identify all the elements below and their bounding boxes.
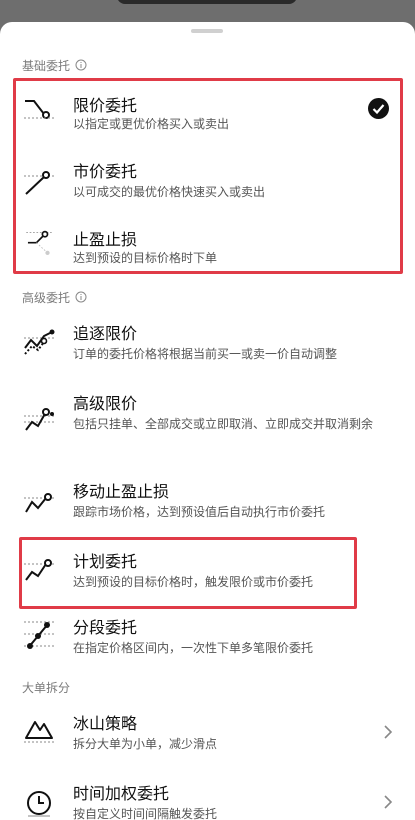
item-desc: 订单的委托价格将根据当前买一或卖一价自动调整	[73, 347, 338, 361]
order-item-plan-order[interactable]: 计划委托 达到预设的目标价格时，触发限价或市价委托	[0, 542, 415, 600]
top-pill	[117, 0, 297, 4]
item-desc: 以可成交的最优价格快速买入或卖出	[73, 185, 266, 199]
item-title: 追逐限价	[73, 324, 138, 343]
item-title: 止盈止损	[73, 230, 138, 249]
item-title: 冰山策略	[73, 714, 138, 733]
section-header-basic: 基础委托	[22, 55, 87, 75]
section-title: 大单拆分	[22, 680, 71, 695]
item-title: 限价委托	[73, 96, 138, 115]
section-title: 基础委托	[22, 58, 71, 73]
chevron-right-icon	[384, 725, 393, 739]
order-item-tp-sl[interactable]: 止盈止损 达到预设的目标价格时下单	[0, 220, 415, 272]
item-desc: 跟踪市场价格，达到预设值后自动执行市价委托	[73, 505, 326, 519]
trailing-stop-icon	[24, 493, 56, 513]
market-order-icon	[24, 171, 56, 195]
item-desc: 在指定价格区间内，一次性下单多笔限价委托	[73, 641, 314, 655]
order-item-chase-limit[interactable]: 追逐限价 订单的委托价格将根据当前买一或卖一价自动调整	[0, 314, 415, 370]
iceberg-icon	[24, 721, 54, 743]
order-item-twap[interactable]: 时间加权委托 按自定义时间间隔触发委托	[0, 774, 415, 820]
limit-order-icon	[24, 100, 56, 119]
chevron-right-icon	[384, 795, 393, 809]
item-title: 分段委托	[73, 618, 138, 637]
order-item-segment-order[interactable]: 分段委托 在指定价格区间内，一次性下单多笔限价委托	[0, 610, 415, 668]
item-title: 计划委托	[73, 552, 138, 571]
selected-check-icon	[368, 98, 389, 119]
order-item-market[interactable]: 市价委托 以可成交的最优价格快速买入或卖出	[0, 154, 415, 214]
drag-handle[interactable]	[191, 29, 223, 33]
section-header-split: 大单拆分	[22, 677, 70, 697]
section-title: 高级委托	[22, 290, 71, 305]
order-item-advanced-limit[interactable]: 高级限价 包括只挂单、全部成交或立即取消、立即成交并取消剩余	[0, 386, 415, 466]
order-item-trailing-stop[interactable]: 移动止盈止损 跟踪市场价格，达到预设值后自动执行市价委托	[0, 474, 415, 532]
item-desc: 达到预设的目标价格时下单	[73, 251, 218, 265]
advanced-limit-icon	[24, 408, 56, 431]
order-type-sheet: 基础委托 限价委托 以指定或更优价格买入或卖出 市价委托 以可成交的最优价格快速…	[0, 22, 415, 820]
order-item-iceberg[interactable]: 冰山策略 拆分大单为小单，减少滑点	[0, 704, 415, 762]
order-item-limit[interactable]: 限价委托 以指定或更优价格买入或卖出	[0, 84, 415, 144]
item-desc: 包括只挂单、全部成交或立即取消、立即成交并取消剩余	[73, 417, 374, 431]
item-title: 时间加权委托	[73, 784, 170, 803]
plan-order-icon	[24, 559, 56, 581]
tp-sl-order-icon	[26, 230, 54, 256]
item-title: 高级限价	[73, 394, 138, 413]
item-desc: 以指定或更优价格买入或卖出	[73, 117, 230, 131]
item-title: 市价委托	[73, 162, 138, 181]
chase-limit-icon	[24, 329, 56, 355]
segment-order-icon	[24, 621, 56, 649]
info-icon[interactable]	[75, 59, 87, 71]
item-desc: 按自定义时间间隔触发委托	[73, 807, 218, 820]
section-header-advanced: 高级委托	[22, 287, 87, 307]
item-desc: 拆分大单为小单，减少滑点	[73, 737, 218, 751]
info-icon[interactable]	[75, 291, 87, 303]
item-title: 移动止盈止损	[73, 482, 170, 501]
clock-icon	[27, 791, 51, 817]
item-desc: 达到预设的目标价格时，触发限价或市价委托	[73, 575, 314, 589]
